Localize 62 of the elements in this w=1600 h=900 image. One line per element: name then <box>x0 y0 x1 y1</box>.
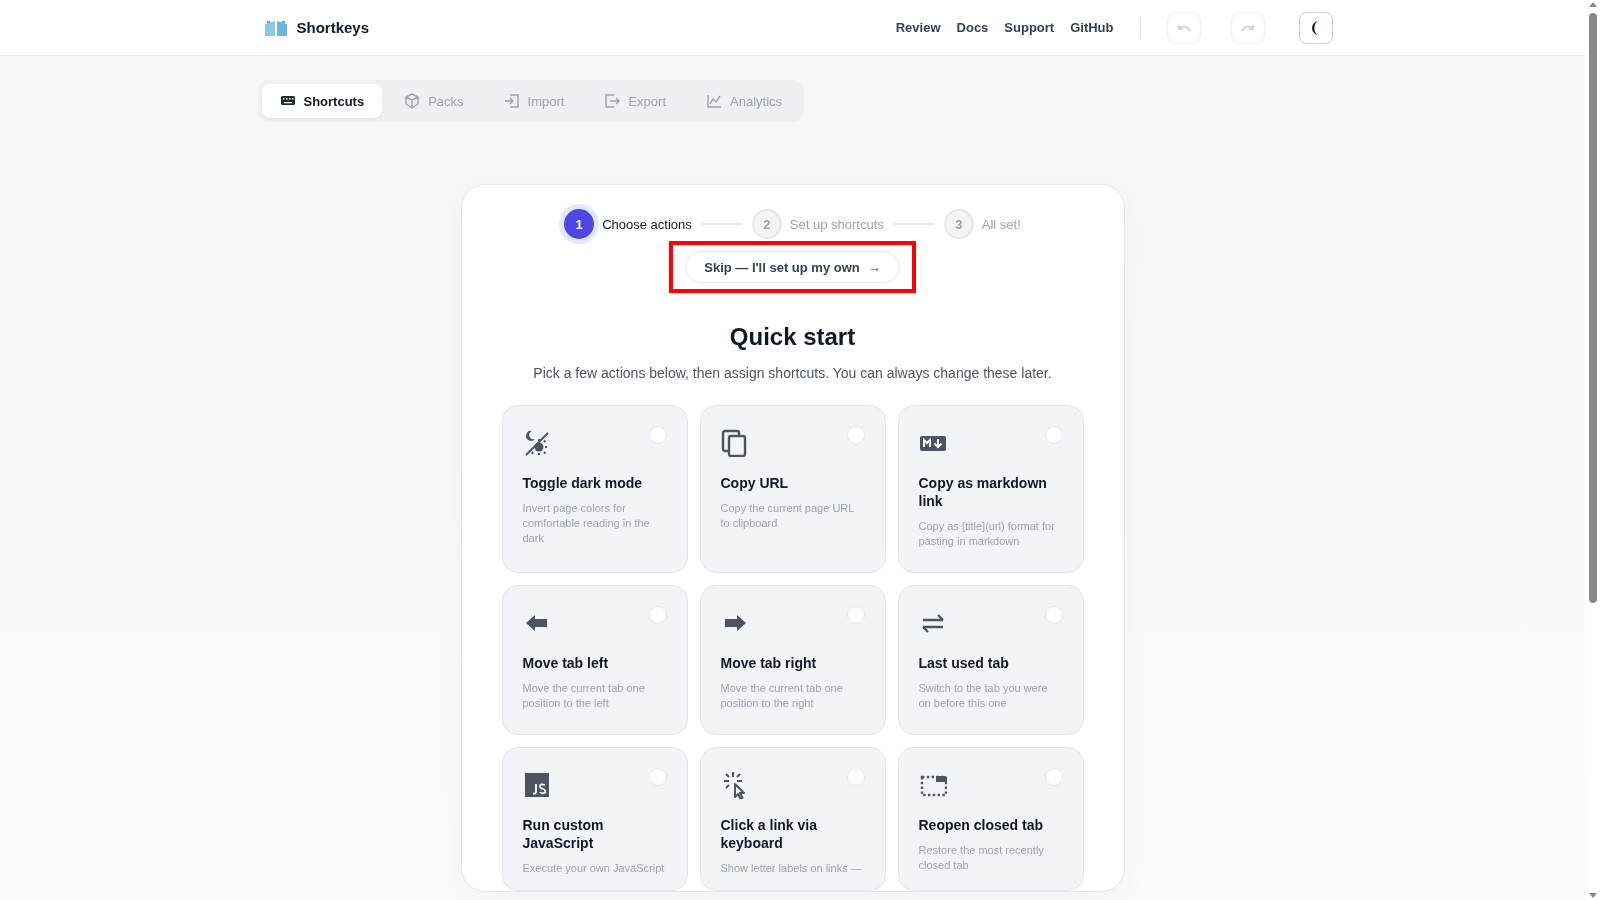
radio-button[interactable] <box>648 426 667 444</box>
cube-icon <box>404 93 421 109</box>
subtitle: Pick a few actions below, then assign shortcuts. You can always change these later. <box>533 365 1052 381</box>
action-card[interactable]: Click a link via keyboard Show letter labels on links — <box>699 747 886 891</box>
radio-button[interactable] <box>1044 426 1063 444</box>
action-card[interactable]: Toggle dark mode Invert page colors for comfortable reading in the dark <box>501 405 688 573</box>
step-label: Set up shortcuts <box>789 216 884 232</box>
scroll-up-icon[interactable] <box>1587 0 1598 9</box>
action-description: Move the current tab one position to the right <box>720 681 844 711</box>
action-title: Run custom JavaScript <box>522 816 605 852</box>
export-icon <box>604 93 621 109</box>
action-title: Click a link via keyboard <box>720 816 818 852</box>
quick-start-title: Quick start <box>729 323 856 351</box>
action-title: Last used tab <box>918 654 1010 672</box>
step-label: All set! <box>981 216 1021 232</box>
action-title: Toggle dark mode <box>522 474 644 492</box>
action-card[interactable]: Copy URL Copy the current page URL to clipboard <box>699 405 886 573</box>
action-description: Execute your own JavaScript <box>522 861 666 876</box>
action-description: Show letter labels on links — <box>720 861 863 876</box>
action-description: Switch to the tab you were on before this one <box>918 681 1049 711</box>
radio-button[interactable] <box>846 768 865 786</box>
step-number: 2 <box>751 209 782 239</box>
brand-name: Shortkeys <box>296 19 370 36</box>
action-title: Move tab right <box>720 654 818 672</box>
action-description: Copy as [title](url) format for pasting in markdown <box>918 519 1056 549</box>
action-description: Invert page colors for comfortable reading in the dark <box>522 501 651 546</box>
action-description: Restore the most recently closed tab <box>918 843 1045 873</box>
action-card[interactable]: Copy as markdown link Copy as [title](url) format for pasting in markdown <box>897 405 1084 573</box>
tab[interactable]: Shortcuts <box>261 84 383 118</box>
action-title: Reopen closed tab <box>918 816 1044 834</box>
action-description: Copy the current page URL to clipboard <box>720 501 855 531</box>
radio-button[interactable] <box>846 426 865 444</box>
scrollbar-thumb[interactable] <box>1588 13 1597 603</box>
action-description: Move the current tab one position to the left <box>522 681 646 711</box>
line-chart-icon <box>706 93 722 109</box>
action-card[interactable]: Run custom JavaScript Execute your own JavaScript <box>501 747 688 891</box>
step-label: Choose actions <box>602 216 692 232</box>
scroll-down-icon[interactable] <box>1587 891 1598 900</box>
skip-button[interactable]: Skip — I'll set up my own → <box>685 251 900 283</box>
radio-button[interactable] <box>846 606 865 624</box>
action-card[interactable]: Move tab right Move the current tab one position to the right <box>699 585 886 735</box>
nav-link[interactable]: Support <box>1004 20 1055 35</box>
radio-button[interactable] <box>1044 606 1063 624</box>
nav-link[interactable]: Docs <box>956 20 989 35</box>
radio-button[interactable] <box>648 606 667 624</box>
js-icon <box>522 771 551 799</box>
action-title: Copy URL <box>720 474 790 492</box>
action-card[interactable]: Move tab left Move the current tab one position to the left <box>501 585 688 735</box>
nav-link[interactable]: Review <box>895 20 941 35</box>
theme-toggle-button[interactable] <box>1298 11 1333 44</box>
step-number: 3 <box>943 209 974 239</box>
radio-button[interactable] <box>648 768 667 786</box>
undo-button[interactable] <box>1166 11 1201 44</box>
action-card[interactable]: Last used tab Switch to the tab you were on before this one <box>897 585 1084 735</box>
action-title: Move tab left <box>522 654 610 672</box>
radio-button[interactable] <box>1044 768 1063 786</box>
copy-icon <box>720 429 749 457</box>
action-title: Copy as markdown link <box>918 474 1048 510</box>
nav-link[interactable]: GitHub <box>1070 20 1114 35</box>
action-card[interactable]: Reopen closed tab Restore the most recently closed tab <box>897 747 1084 891</box>
import-icon <box>503 93 520 109</box>
redo-button[interactable] <box>1230 11 1265 44</box>
